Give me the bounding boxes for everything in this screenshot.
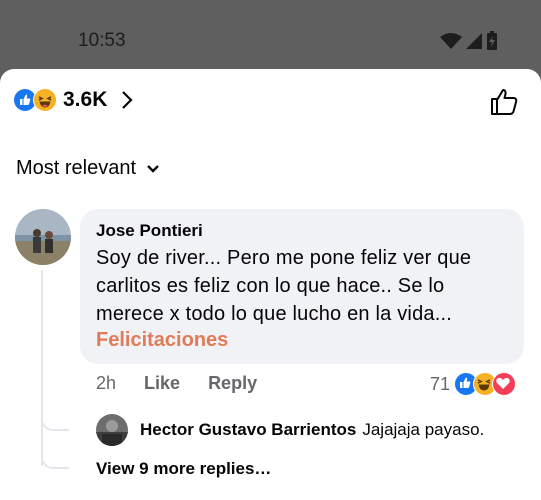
signal-icon — [466, 33, 482, 49]
chevron-right-icon[interactable] — [121, 90, 133, 110]
reply-author[interactable]: Hector Gustavo Barrientos — [140, 420, 356, 440]
haha-icon — [33, 88, 57, 112]
wifi-icon — [440, 33, 462, 49]
comment-reactions[interactable]: 71 — [430, 372, 517, 396]
reply-item[interactable]: Hector Gustavo Barrientos Jajajaja payas… — [96, 414, 484, 446]
battery-icon — [487, 31, 497, 50]
reply-button[interactable]: Reply — [208, 373, 257, 394]
reactions-summary[interactable]: 3.6K — [14, 88, 133, 112]
reaction-count: 3.6K — [63, 88, 108, 111]
sort-dropdown[interactable]: Most relevant — [16, 157, 160, 180]
status-time: 10:53 — [78, 30, 126, 51]
view-more-replies-link[interactable]: View 9 more replies… — [96, 459, 271, 479]
comment-highlight: Felicitaciones — [96, 329, 229, 351]
avatar[interactable] — [15, 209, 71, 265]
comment-reaction-count: 71 — [430, 373, 451, 394]
like-button[interactable]: Like — [144, 373, 180, 394]
comments-sheet: 3.6K Most relevant Jose Pontieri Soy de … — [0, 69, 541, 500]
comment-actions: 2h Like Reply — [96, 373, 285, 394]
comment-author[interactable]: Jose Pontieri — [96, 221, 203, 241]
comment-bubble[interactable]: Jose Pontieri Soy de river... Pero me po… — [80, 209, 524, 364]
avatar[interactable] — [96, 414, 128, 446]
status-icons — [440, 31, 498, 51]
comment-time: 2h — [96, 373, 117, 393]
thread-branch-more — [41, 419, 69, 469]
love-icon — [492, 372, 517, 396]
sort-label: Most relevant — [16, 157, 137, 179]
reply-text: Jajajaja payaso. — [362, 420, 485, 439]
like-outline-icon[interactable] — [489, 87, 519, 117]
status-bar: 10:53 — [0, 0, 541, 70]
chevron-down-icon — [147, 164, 159, 173]
comment-text: Soy de river... Pero me pone feliz ver q… — [96, 247, 472, 325]
